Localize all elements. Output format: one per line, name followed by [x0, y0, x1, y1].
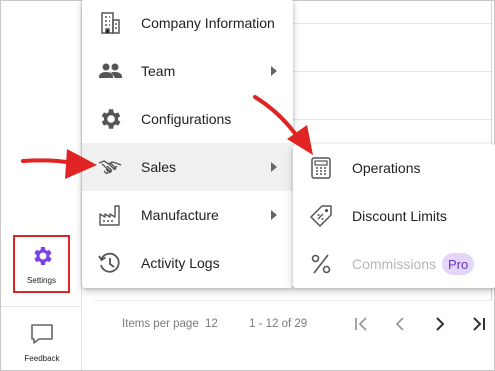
- first-page-button[interactable]: [349, 312, 373, 336]
- chevron-right-icon: [436, 317, 445, 331]
- left-sidebar: [1, 1, 82, 370]
- submenu-item-discount-limits[interactable]: Discount Limits: [293, 192, 495, 240]
- menu-item-label: Company Information: [141, 15, 275, 31]
- menu-item-activity-logs[interactable]: Activity Logs: [82, 239, 293, 287]
- submenu-item-operations[interactable]: Operations: [293, 144, 495, 192]
- last-page-icon: [473, 317, 485, 331]
- previous-page-button[interactable]: [388, 312, 412, 336]
- last-page-button[interactable]: [467, 312, 491, 336]
- feedback-label: Feedback: [24, 354, 60, 363]
- team-icon: [96, 57, 124, 85]
- pro-badge: Pro: [442, 253, 475, 275]
- items-per-page-select[interactable]: 12: [205, 318, 218, 330]
- sidebar-settings-button[interactable]: Settings: [13, 235, 70, 293]
- submenu-item-label: Discount Limits: [352, 208, 447, 224]
- menu-item-manufacture[interactable]: Manufacture: [82, 191, 293, 239]
- chevron-right-icon: [271, 66, 277, 76]
- items-per-page-label: Items per page: [122, 318, 199, 330]
- submenu-item-commissions[interactable]: Commissions Pro: [293, 240, 495, 288]
- menu-item-configurations[interactable]: Configurations: [82, 95, 293, 143]
- menu-item-team[interactable]: Team: [82, 47, 293, 95]
- menu-item-label: Manufacture: [141, 207, 219, 223]
- submenu-item-label: Commissions: [352, 256, 437, 272]
- price-tag-icon: [307, 202, 335, 230]
- menu-item-label: Configurations: [141, 111, 232, 127]
- sidebar-feedback-button[interactable]: Feedback: [16, 323, 68, 365]
- menu-item-label: Sales: [141, 159, 177, 175]
- gear-icon: [30, 244, 54, 273]
- next-page-button[interactable]: [428, 312, 452, 336]
- menu-item-sales[interactable]: Sales: [82, 143, 293, 191]
- first-page-icon: [355, 317, 367, 331]
- menu-item-label: Team: [141, 63, 176, 79]
- building-icon: [96, 9, 124, 37]
- calculator-icon: [307, 154, 335, 182]
- history-icon: [96, 249, 124, 277]
- submenu-item-label: Operations: [352, 160, 421, 176]
- gear-icon: [96, 105, 124, 133]
- pagination-bar: Items per page 12 1 - 12 of 29: [94, 306, 494, 346]
- percent-icon: [307, 250, 335, 278]
- menu-item-label: Activity Logs: [141, 255, 220, 271]
- factory-icon: [96, 201, 124, 229]
- chevron-right-icon: [271, 210, 277, 220]
- chevron-right-icon: [271, 162, 277, 172]
- chevron-left-icon: [395, 317, 404, 331]
- pager-divider: [94, 300, 494, 301]
- chat-bubble-icon: [30, 323, 54, 350]
- page-range-text: 1 - 12 of 29: [249, 318, 308, 330]
- sidebar-divider: [1, 306, 82, 307]
- sales-submenu: Operations Discount Limits Commissions P…: [293, 144, 495, 288]
- menu-item-company-information[interactable]: Company Information: [82, 0, 293, 47]
- settings-label: Settings: [27, 275, 56, 285]
- handshake-icon: [96, 153, 124, 181]
- settings-menu: Company Information Team Configurations …: [82, 0, 293, 288]
